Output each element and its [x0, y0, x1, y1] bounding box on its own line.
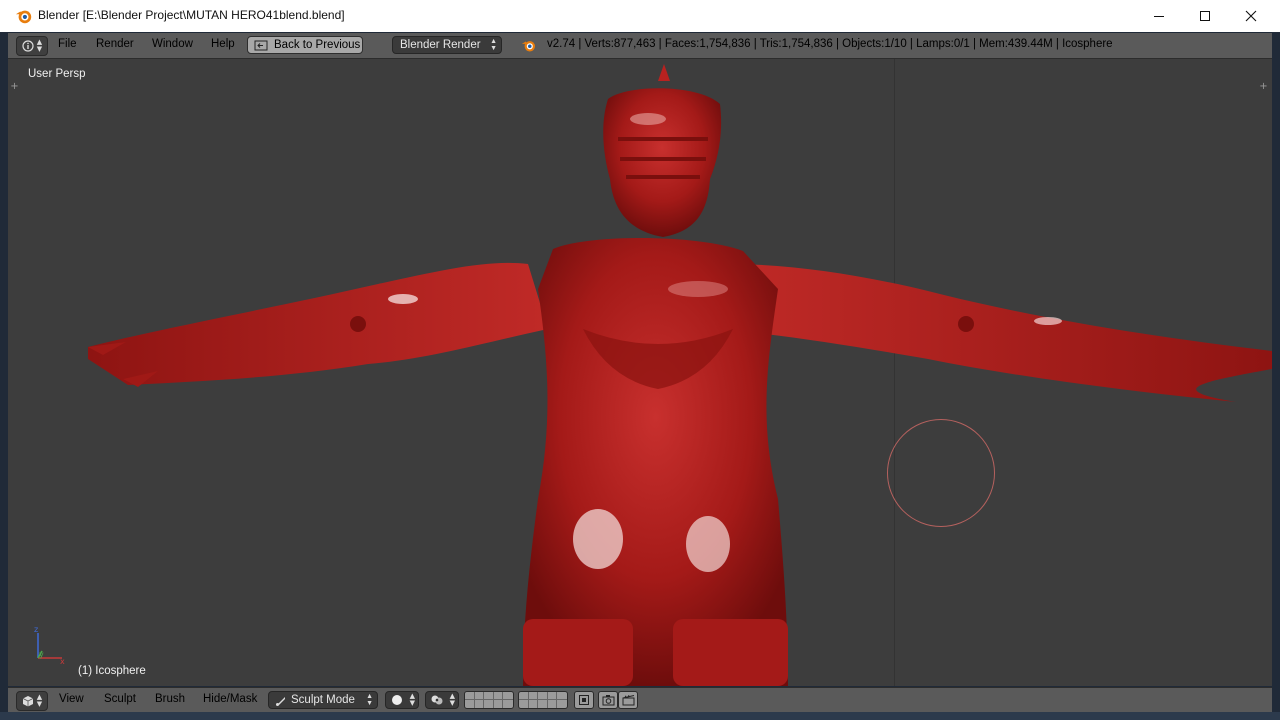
render-animation-button[interactable] [618, 691, 638, 709]
blender-logo-icon [521, 41, 535, 52]
menu-render[interactable]: Render [96, 38, 134, 50]
view3d-header: ▲ ▼ View Sculpt Brush Hide/Mask Sculpt Mo… [8, 687, 1272, 713]
updown-arrows-icon: ▲ ▼ [36, 38, 43, 53]
minimize-button[interactable] [1136, 0, 1182, 32]
properties-toggle-icon[interactable]: + [1259, 82, 1268, 92]
maximize-icon [1200, 11, 1210, 21]
back-icon [254, 40, 268, 50]
layer-button[interactable] [494, 700, 504, 708]
menu-window[interactable]: Window [152, 38, 193, 50]
toolshelf-toggle-icon[interactable]: + [10, 82, 19, 92]
layer-button[interactable] [538, 700, 548, 708]
window-titlebar: Blender [E:\Blender Project\MUTAN HERO41… [0, 0, 1280, 33]
menu-help[interactable]: Help [211, 38, 235, 50]
back-to-previous-label: Back to Previous [274, 39, 361, 51]
scene-layers-group-1[interactable] [464, 691, 514, 709]
layer-button[interactable] [547, 692, 558, 700]
menu-sculpt[interactable]: Sculpt [104, 693, 136, 705]
view-layer-lock-button[interactable] [574, 691, 594, 709]
close-icon [1245, 10, 1257, 22]
pivot-point-select[interactable]: ▲ ▼ [425, 691, 459, 709]
viewport-shading-select[interactable]: ▲ ▼ [385, 691, 419, 709]
solid-shading-icon [392, 695, 402, 705]
3d-viewport[interactable]: User Persp + + z y x (1) Icosphere [8, 59, 1272, 686]
active-object-label: (1) Icosphere [78, 665, 146, 677]
view-perspective-label: User Persp [28, 68, 86, 80]
3d-view-icon [22, 696, 33, 707]
mode-label: Sculpt Mode [291, 694, 355, 706]
updown-arrows-icon: ▲ ▼ [490, 38, 497, 52]
layer-button[interactable] [503, 692, 513, 700]
updown-arrows-icon: ▲ ▼ [449, 692, 455, 707]
render-image-button[interactable] [598, 691, 618, 709]
menu-hide-mask[interactable]: Hide/Mask [203, 693, 257, 705]
layer-button[interactable] [519, 692, 529, 700]
layer-button[interactable] [484, 700, 494, 708]
menu-brush[interactable]: Brush [155, 693, 185, 705]
layer-button[interactable] [557, 700, 567, 708]
layer-button[interactable] [465, 692, 475, 700]
render-engine-label: Blender Render [400, 39, 481, 51]
clapperboard-icon [622, 694, 634, 706]
scene-layers-group-2[interactable] [518, 691, 568, 709]
close-button[interactable] [1228, 0, 1274, 32]
window-title: Blender [E:\Blender Project\MUTAN HERO41… [38, 8, 345, 22]
updown-arrows-icon: ▲ ▼ [409, 692, 415, 707]
scene-statistics: v2.74 | Verts:877,463 | Faces:1,754,836 … [547, 38, 1113, 50]
layer-button[interactable] [538, 692, 548, 700]
layer-button[interactable] [474, 692, 485, 700]
layer-button[interactable] [548, 700, 558, 708]
menu-view[interactable]: View [59, 693, 84, 705]
layer-button[interactable] [503, 700, 513, 708]
editor-type-selector[interactable]: ▲ ▼ [16, 691, 48, 711]
svg-text:y: y [39, 650, 44, 659]
mode-select[interactable]: Sculpt Mode ▲ ▼ [268, 691, 378, 709]
editor-type-selector[interactable]: ▲ ▼ [16, 36, 48, 56]
layer-button[interactable] [475, 700, 485, 708]
updown-arrows-icon: ▲ ▼ [36, 693, 43, 708]
axis-gizmo-icon: z y x [34, 625, 65, 665]
menu-file[interactable]: File [58, 38, 77, 50]
layer-button[interactable] [519, 700, 529, 708]
back-to-previous-button[interactable]: Back to Previous [247, 36, 363, 54]
maximize-button[interactable] [1182, 0, 1228, 32]
blender-logo-icon [15, 10, 32, 24]
render-engine-select[interactable]: Blender Render ▲ ▼ [392, 36, 502, 54]
svg-text:z: z [34, 625, 38, 634]
lock-view-icon [579, 695, 589, 705]
layer-button[interactable] [529, 700, 539, 708]
camera-icon [602, 695, 614, 706]
layer-button[interactable] [557, 692, 567, 700]
info-header: ▲ ▼ File Render Window Help Back to Previ… [8, 33, 1272, 59]
layer-button[interactable] [493, 692, 504, 700]
layer-button[interactable] [484, 692, 494, 700]
pivot-icon [431, 695, 443, 705]
sculpted-mutant-hero-model [88, 64, 1272, 686]
minimize-icon [1154, 16, 1164, 17]
sculpt-brush-icon [276, 697, 285, 706]
window-bottom-edge [0, 712, 1280, 720]
updown-arrows-icon: ▲ ▼ [366, 693, 373, 707]
layer-button[interactable] [465, 700, 475, 708]
svg-text:x: x [60, 657, 65, 665]
info-icon [22, 40, 34, 52]
layer-button[interactable] [528, 692, 539, 700]
sculpt-brush-cursor [887, 419, 995, 527]
